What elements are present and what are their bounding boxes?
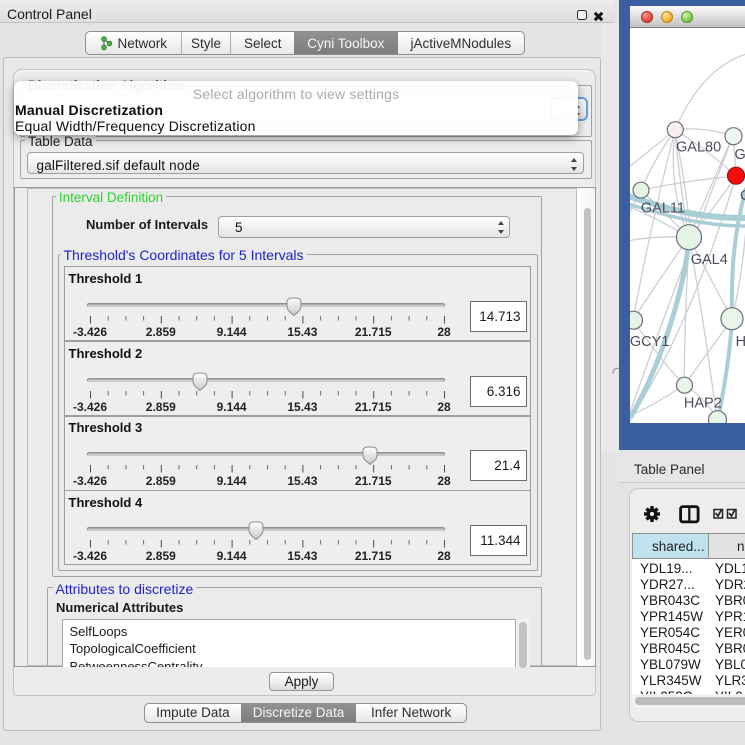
svg-text:HAP2: HAP2 [684,395,722,411]
svg-text:GAL80: GAL80 [676,140,721,156]
svg-text:H: H [736,334,745,350]
svg-text:GA: GA [735,147,745,163]
svg-text:GCY1: GCY1 [630,334,669,350]
svg-text:CR: CR [740,188,745,204]
svg-text:GAL11: GAL11 [641,200,685,216]
svg-text:GAL4: GAL4 [691,252,728,268]
